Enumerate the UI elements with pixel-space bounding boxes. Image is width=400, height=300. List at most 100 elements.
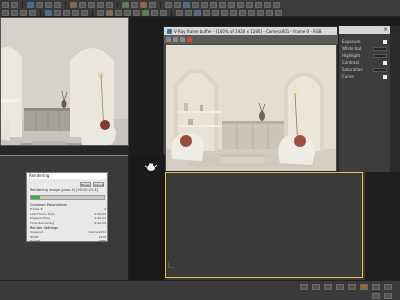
snap-icon[interactable] (70, 2, 77, 8)
render-region-icon[interactable] (187, 37, 192, 42)
viewport-top-mid[interactable] (129, 17, 163, 155)
tool-icon[interactable] (20, 10, 27, 16)
tool-icon[interactable] (63, 10, 70, 16)
tool-icon[interactable] (219, 2, 226, 8)
playback-icon[interactable] (312, 284, 320, 290)
tool-icon[interactable] (201, 2, 208, 8)
toolbar-row-1 (0, 1, 400, 9)
tool-icon[interactable] (228, 2, 235, 8)
clear-icon[interactable] (173, 37, 178, 42)
tool-icon[interactable] (160, 10, 167, 16)
tool-icon[interactable] (221, 10, 228, 16)
redo-icon[interactable] (11, 2, 18, 8)
render-setup-icon[interactable] (131, 2, 138, 8)
panel-row[interactable]: Curve (339, 73, 390, 80)
tool-icon[interactable] (273, 2, 280, 8)
orbit-icon[interactable] (372, 293, 380, 299)
tool-icon[interactable] (81, 10, 88, 16)
playback-icon[interactable] (348, 284, 356, 290)
panel-checkbox[interactable] (383, 74, 387, 79)
tool-icon[interactable] (237, 2, 244, 8)
viewport-bottom-mid[interactable] (130, 155, 165, 280)
tool-icon[interactable] (194, 10, 201, 16)
layer-icon[interactable] (165, 2, 172, 8)
render-preview (166, 45, 336, 171)
toolbar-divider (117, 2, 118, 8)
key-mode-icon[interactable] (360, 284, 368, 290)
render-icon[interactable] (140, 2, 147, 8)
pan-icon[interactable] (384, 284, 392, 290)
zoom-icon[interactable] (372, 284, 380, 290)
tool-icon[interactable] (124, 10, 131, 16)
render-frame-icon[interactable] (149, 2, 156, 8)
tool-icon[interactable] (255, 2, 262, 8)
tool-icon[interactable] (248, 10, 255, 16)
playback-icon[interactable] (336, 284, 344, 290)
panel-value-field[interactable] (373, 46, 387, 51)
tool-icon[interactable] (2, 10, 9, 16)
panel-checkbox[interactable] (383, 39, 387, 44)
panel-row[interactable]: Contrast (339, 59, 390, 66)
tool-icon[interactable] (54, 10, 61, 16)
tool-icon[interactable] (72, 10, 79, 16)
close-icon[interactable]: × (383, 27, 388, 33)
panel-row-label: Highlight (342, 53, 361, 58)
align-icon[interactable] (106, 2, 113, 8)
tool-icon[interactable] (133, 10, 140, 16)
tool-icon[interactable] (45, 10, 52, 16)
rotate-icon[interactable] (45, 2, 52, 8)
status-bar (0, 280, 400, 300)
move-icon[interactable] (36, 2, 43, 8)
param-label: Time Remaining (30, 220, 55, 225)
tool-icon[interactable] (185, 10, 192, 16)
material-editor-icon[interactable] (122, 2, 129, 8)
viewport-right-strip[interactable] (365, 172, 400, 280)
tool-icon[interactable] (212, 10, 219, 16)
cancel-button[interactable]: Cancel (93, 182, 104, 187)
tool-icon[interactable] (275, 10, 282, 16)
tool-icon[interactable] (176, 10, 183, 16)
playback-icon[interactable] (324, 284, 332, 290)
render-progress-bar (30, 195, 105, 200)
save-icon[interactable] (166, 37, 171, 42)
tool-icon[interactable] (264, 2, 271, 8)
maximize-icon[interactable] (384, 293, 392, 299)
dialog-title[interactable]: Rendering (27, 173, 107, 179)
panel-row[interactable]: Saturation (339, 66, 390, 73)
tool-icon[interactable] (257, 10, 264, 16)
toolbar-divider (92, 10, 93, 16)
tool-icon[interactable] (151, 10, 158, 16)
tool-icon[interactable] (210, 2, 217, 8)
tool-icon[interactable] (246, 2, 253, 8)
playback-icon[interactable] (300, 284, 308, 290)
panel-row[interactable]: White bal. (339, 45, 390, 52)
percent-snap-icon[interactable] (88, 2, 95, 8)
scale-icon[interactable] (54, 2, 61, 8)
teapot-icon[interactable] (145, 162, 157, 172)
tool-icon[interactable] (11, 10, 18, 16)
tool-icon[interactable] (106, 10, 113, 16)
tool-icon[interactable] (97, 10, 104, 16)
pause-button[interactable]: Pause (80, 182, 91, 187)
render-window-titlebar[interactable]: V-Ray frame buffer - [100% of 1920 x 128… (164, 27, 337, 35)
curve-editor-icon[interactable] (183, 2, 190, 8)
channel-icon[interactable] (180, 37, 185, 42)
angle-snap-icon[interactable] (79, 2, 86, 8)
tool-icon[interactable] (203, 10, 210, 16)
panel-row[interactable]: Highlight (339, 52, 390, 59)
scene-explorer-icon[interactable] (174, 2, 181, 8)
panel-value-field[interactable] (373, 53, 387, 58)
panel-value-field[interactable] (373, 67, 387, 72)
mirror-icon[interactable] (97, 2, 104, 8)
undo-icon[interactable] (2, 2, 9, 8)
tool-icon[interactable] (266, 10, 273, 16)
select-icon[interactable] (27, 2, 34, 8)
tool-icon[interactable] (230, 10, 237, 16)
panel-checkbox[interactable] (383, 60, 387, 65)
panel-row[interactable]: Exposure (339, 38, 390, 45)
tool-icon[interactable] (29, 10, 36, 16)
schematic-icon[interactable] (192, 2, 199, 8)
tool-icon[interactable] (142, 10, 149, 16)
tool-icon[interactable] (115, 10, 122, 16)
tool-icon[interactable] (239, 10, 246, 16)
